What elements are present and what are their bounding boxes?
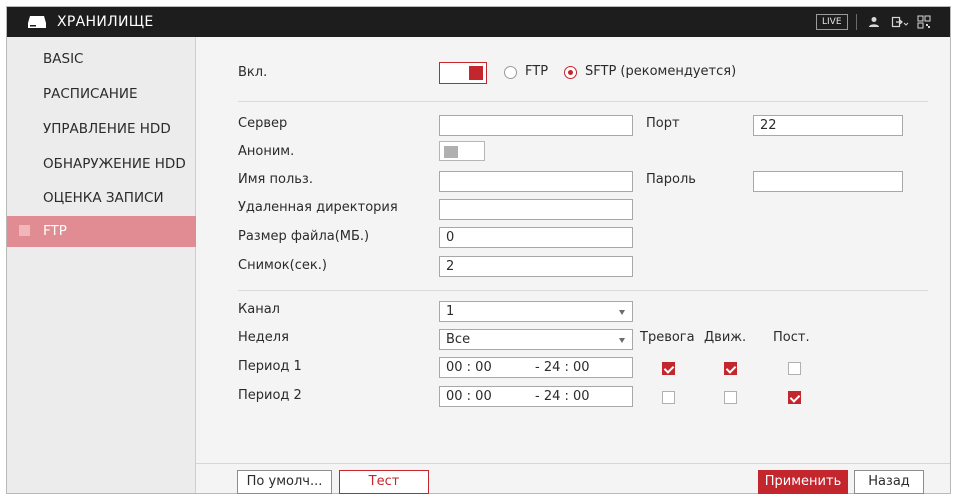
sidebar-item-hdd-manage[interactable]: УПРАВЛЕНИЕ HDD <box>7 115 196 145</box>
period-2-end: - 24 : 00 <box>535 389 590 404</box>
col-header-alarm: Тревога <box>640 330 695 345</box>
sidebar-item-label: РАСПИСАНИЕ <box>43 86 138 102</box>
period-2-alarm-checkbox[interactable] <box>662 391 675 404</box>
user-icon[interactable] <box>867 15 881 29</box>
remote-dir-label: Удаленная директория <box>238 200 398 215</box>
enable-toggle[interactable] <box>439 62 487 84</box>
back-button[interactable]: Назад <box>854 470 924 494</box>
chevron-down-icon <box>619 338 625 343</box>
storage-icon <box>28 16 46 28</box>
sidebar-item-ftp[interactable]: FTP <box>7 216 196 247</box>
sidebar-item-label: FTP <box>43 223 67 239</box>
enable-label: Вкл. <box>238 65 268 80</box>
channel-value: 1 <box>446 304 455 319</box>
period-2-start: 00 : 00 <box>446 389 492 404</box>
channel-label: Канал <box>238 302 280 317</box>
anonymous-toggle[interactable] <box>439 141 485 161</box>
snapshot-label: Снимок(сек.) <box>238 258 327 273</box>
qr-icon[interactable] <box>917 15 931 29</box>
live-button[interactable]: LIVE <box>816 14 848 30</box>
week-select[interactable]: Все <box>439 329 633 350</box>
divider <box>196 463 950 464</box>
col-header-regular: Пост. <box>773 330 810 345</box>
anonymous-label: Аноним. <box>238 144 295 159</box>
period-1-time[interactable]: 00 : 00 - 24 : 00 <box>439 357 633 378</box>
page-title: ХРАНИЛИЩЕ <box>57 14 154 30</box>
period-1-motion-checkbox[interactable] <box>724 362 737 375</box>
server-input[interactable] <box>439 115 633 136</box>
col-header-motion: Движ. <box>704 330 747 345</box>
logout-icon[interactable] <box>891 15 909 29</box>
file-size-label: Размер файла(МБ.) <box>238 229 370 244</box>
sidebar-item-label: УПРАВЛЕНИЕ HDD <box>43 121 171 137</box>
chevron-right-icon <box>19 225 30 236</box>
period-2-regular-checkbox[interactable] <box>788 391 801 404</box>
sidebar-item-label: BASIC <box>43 51 84 67</box>
remote-dir-input[interactable] <box>439 199 633 220</box>
port-label: Порт <box>646 116 680 131</box>
snapshot-input[interactable]: 2 <box>439 256 633 277</box>
sidebar-item-hdd-detect[interactable]: ОБНАРУЖЕНИЕ HDD <box>7 150 196 180</box>
chevron-down-icon <box>619 310 625 315</box>
radio-ftp-label: FTP <box>525 64 549 79</box>
period-2-motion-checkbox[interactable] <box>724 391 737 404</box>
top-bar: ХРАНИЛИЩЕ LIVE <box>7 7 950 37</box>
port-input[interactable]: 22 <box>753 115 903 136</box>
divider <box>238 290 928 291</box>
period-1-regular-checkbox[interactable] <box>788 362 801 375</box>
storage-window: ХРАНИЛИЩЕ LIVE BASIC РАСПИСАНИЕ УПРАВЛЕН… <box>6 6 951 494</box>
divider <box>238 101 928 102</box>
sidebar-item-basic[interactable]: BASIC <box>7 45 196 75</box>
week-value: Все <box>446 332 471 347</box>
radio-sftp-label: SFTP (рекомендуется) <box>585 64 737 79</box>
period-label: Период 2 <box>238 388 302 403</box>
sidebar-item-label: ОБНАРУЖЕНИЕ HDD <box>43 156 186 172</box>
week-label: Неделя <box>238 330 289 345</box>
divider <box>856 14 857 30</box>
period-label: Период 1 <box>238 359 302 374</box>
username-label: Имя польз. <box>238 172 313 187</box>
channel-select[interactable]: 1 <box>439 301 633 322</box>
period-2-time[interactable]: 00 : 00 - 24 : 00 <box>439 386 633 407</box>
password-input[interactable] <box>753 171 903 192</box>
period-1-alarm-checkbox[interactable] <box>662 362 675 375</box>
sidebar: BASIC РАСПИСАНИЕ УПРАВЛЕНИЕ HDD ОБНАРУЖЕ… <box>7 37 196 493</box>
apply-button[interactable]: Применить <box>758 470 848 494</box>
sidebar-item-record-estimate[interactable]: ОЦЕНКА ЗАПИСИ <box>7 184 196 214</box>
file-size-input[interactable]: 0 <box>439 227 633 248</box>
ftp-settings-panel: Вкл. FTP SFTP (рекомендуется) Сервер Пор… <box>196 37 950 494</box>
sidebar-item-label: ОЦЕНКА ЗАПИСИ <box>43 190 164 206</box>
default-button[interactable]: По умолч... <box>237 470 332 494</box>
radio-ftp[interactable] <box>504 66 517 79</box>
period-1-start: 00 : 00 <box>446 360 492 375</box>
server-label: Сервер <box>238 116 288 131</box>
test-button[interactable]: Тест <box>339 470 429 494</box>
radio-sftp[interactable] <box>564 66 577 79</box>
username-input[interactable] <box>439 171 633 192</box>
password-label: Пароль <box>646 172 696 187</box>
period-1-end: - 24 : 00 <box>535 360 590 375</box>
sidebar-item-schedule[interactable]: РАСПИСАНИЕ <box>7 80 196 110</box>
